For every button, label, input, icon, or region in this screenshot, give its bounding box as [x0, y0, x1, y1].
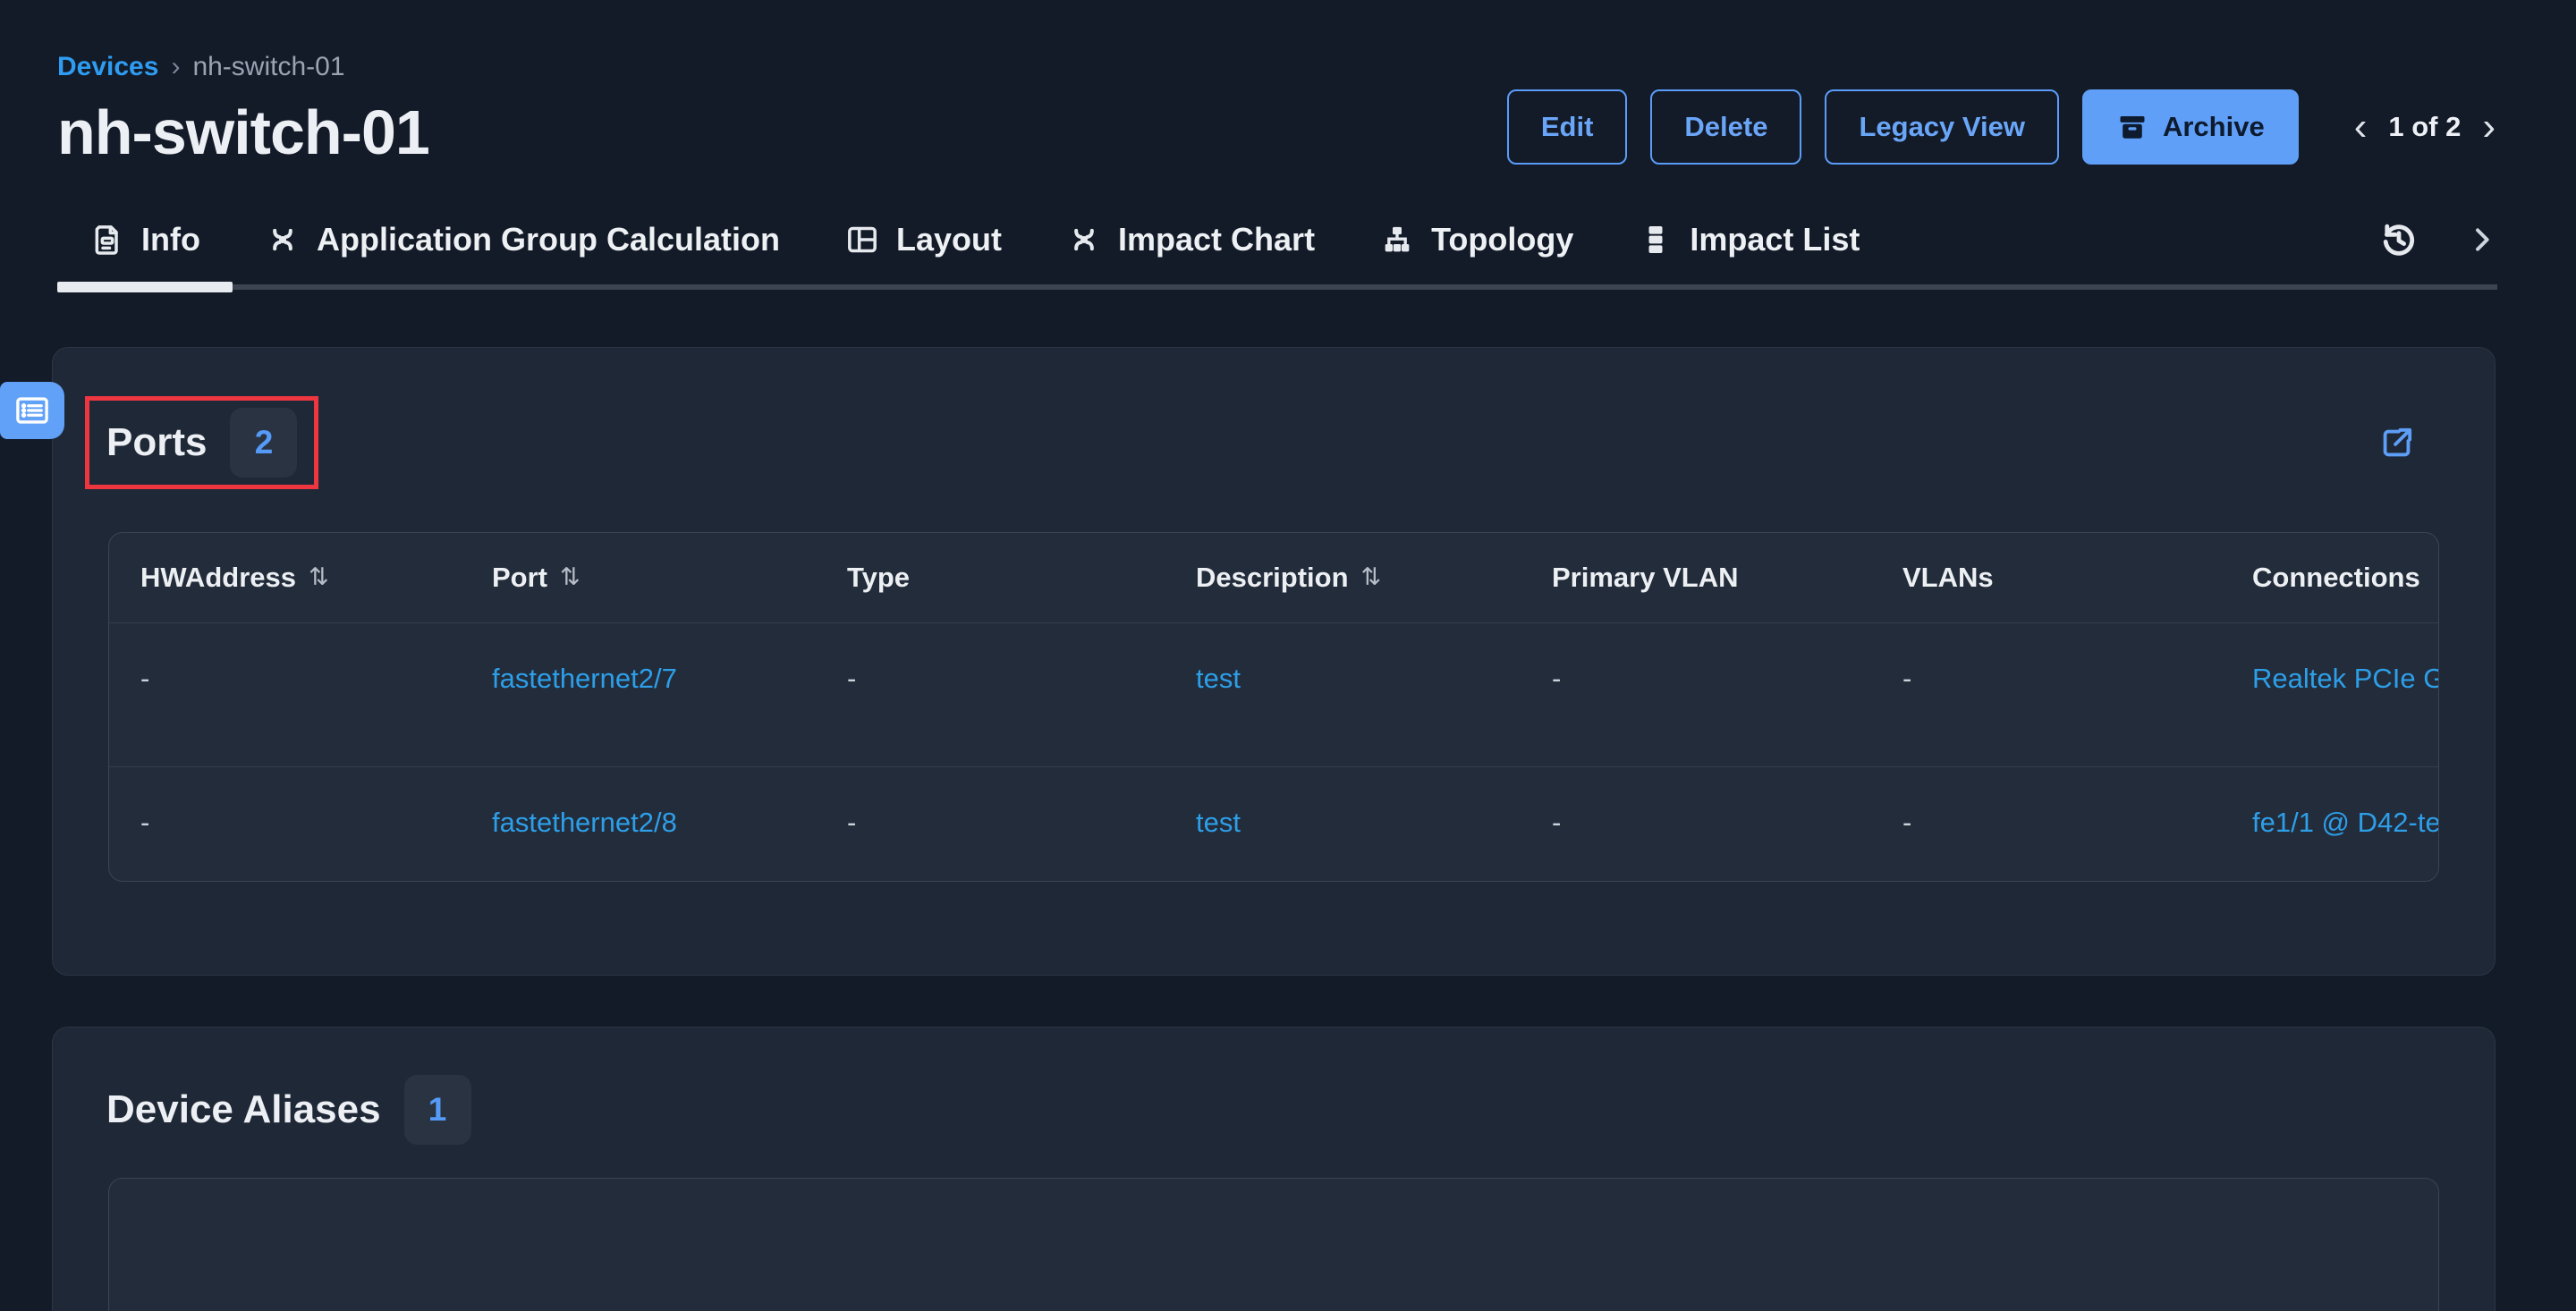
ports-card: Ports 2 HWAddress ⇅ Port ⇅: [52, 347, 2496, 976]
cell-type: -: [816, 623, 1165, 766]
connection-link[interactable]: Realtek PCIe G: [2252, 663, 2438, 694]
header-actions: Edit Delete Legacy View Archive ‹ 1 of 2…: [1507, 89, 2496, 165]
archive-button[interactable]: Archive: [2082, 89, 2299, 165]
main-content: Ports 2 HWAddress ⇅ Port ⇅: [0, 290, 2576, 1311]
column-header-type: Type: [816, 533, 1165, 622]
tab-info-label: Info: [141, 221, 200, 258]
column-header-port[interactable]: Port ⇅: [461, 533, 816, 622]
rows-icon: [1638, 222, 1674, 258]
cell-hwaddress: -: [109, 767, 461, 881]
external-link-icon[interactable]: [2377, 422, 2418, 463]
impact-icon: [1066, 222, 1102, 258]
ports-card-header: Ports 2: [108, 396, 2439, 489]
aliases-table: [108, 1178, 2439, 1311]
pager-prev-icon[interactable]: ‹: [2354, 107, 2368, 147]
sort-icon[interactable]: ⇅: [309, 563, 329, 591]
breadcrumb-devices-link[interactable]: Devices: [57, 52, 158, 82]
layout-icon: [844, 222, 880, 258]
aliases-section-title: Device Aliases: [106, 1087, 381, 1132]
pager-next-icon[interactable]: ›: [2482, 107, 2496, 147]
tab-layout-label: Layout: [896, 221, 1002, 258]
tab-topology[interactable]: Topology: [1347, 221, 1606, 258]
breadcrumb-current: nh-switch-01: [192, 52, 344, 82]
column-header-description[interactable]: Description ⇅: [1165, 533, 1521, 622]
description-link[interactable]: test: [1196, 807, 1241, 838]
tab-agc-label: Application Group Calculation: [317, 221, 780, 258]
breadcrumb-separator: ›: [171, 52, 180, 82]
aliases-count-badge: 1: [404, 1075, 471, 1145]
cell-vlans: -: [1871, 767, 2221, 881]
delete-button[interactable]: Delete: [1650, 89, 1801, 165]
legacy-view-button[interactable]: Legacy View: [1825, 89, 2059, 165]
cell-vlans: -: [1871, 623, 2221, 766]
cell-primary-vlan: -: [1521, 767, 1871, 881]
aliases-card-header: Device Aliases 1: [108, 1063, 2439, 1156]
ports-table-header-row: HWAddress ⇅ Port ⇅ Type Description ⇅ Pr…: [109, 533, 2438, 622]
tab-layout[interactable]: Layout: [812, 221, 1034, 258]
history-icon[interactable]: [2377, 218, 2420, 261]
tab-application-group-calculation[interactable]: Application Group Calculation: [233, 221, 812, 258]
sort-icon[interactable]: ⇅: [560, 563, 580, 591]
column-header-vlans: VLANs: [1871, 533, 2221, 622]
ports-title-group: Ports 2: [85, 396, 318, 489]
column-header-connections: Connections: [2221, 533, 2438, 622]
cell-hwaddress: -: [109, 623, 461, 766]
tab-impact-list-label: Impact List: [1690, 221, 1860, 258]
topology-icon: [1379, 222, 1415, 258]
table-row: - fastethernet2/7 - test - - Realtek PCI…: [109, 622, 2438, 766]
breadcrumb: Devices › nh-switch-01: [57, 52, 2496, 82]
ports-table: HWAddress ⇅ Port ⇅ Type Description ⇅ Pr…: [108, 532, 2439, 882]
aliases-title-group: Device Aliases 1: [85, 1063, 493, 1156]
port-link[interactable]: fastethernet2/7: [492, 663, 677, 694]
archive-icon: [2116, 111, 2148, 143]
archive-button-label: Archive: [2163, 111, 2265, 143]
tab-impact-chart[interactable]: Impact Chart: [1034, 221, 1347, 258]
connection-link[interactable]: fe1/1 @ D42-te: [2252, 807, 2438, 838]
tab-topology-label: Topology: [1431, 221, 1573, 258]
document-icon: [89, 222, 125, 258]
ports-count-badge: 2: [230, 408, 297, 478]
side-panel-toggle-button[interactable]: [0, 382, 64, 439]
port-link[interactable]: fastethernet2/8: [492, 807, 677, 838]
tab-bar: Info Application Group Calculation Layou…: [57, 218, 2497, 290]
edit-button[interactable]: Edit: [1507, 89, 1628, 165]
ports-section-title: Ports: [106, 420, 207, 465]
cell-type: -: [816, 767, 1165, 881]
cell-primary-vlan: -: [1521, 623, 1871, 766]
column-header-primary-vlan: Primary VLAN: [1521, 533, 1871, 622]
device-aliases-card: Device Aliases 1: [52, 1027, 2496, 1311]
description-link[interactable]: test: [1196, 663, 1241, 694]
pager: ‹ 1 of 2 ›: [2354, 107, 2496, 147]
chevron-right-icon[interactable]: [2467, 224, 2497, 255]
tab-impact-chart-label: Impact Chart: [1118, 221, 1315, 258]
tabs-overflow: [2377, 218, 2497, 261]
table-row: - fastethernet2/8 - test - - fe1/1 @ D42…: [109, 766, 2438, 881]
list-panel-icon: [13, 392, 51, 429]
column-header-hwaddress[interactable]: HWAddress ⇅: [109, 533, 461, 622]
tab-impact-list[interactable]: Impact List: [1606, 221, 1892, 258]
tab-info[interactable]: Info: [57, 221, 233, 258]
page-header: Devices › nh-switch-01 nh-switch-01 Edit…: [0, 0, 2576, 166]
impact-icon: [265, 222, 301, 258]
pager-label: 1 of 2: [2388, 111, 2461, 143]
sort-icon[interactable]: ⇅: [1361, 563, 1382, 591]
